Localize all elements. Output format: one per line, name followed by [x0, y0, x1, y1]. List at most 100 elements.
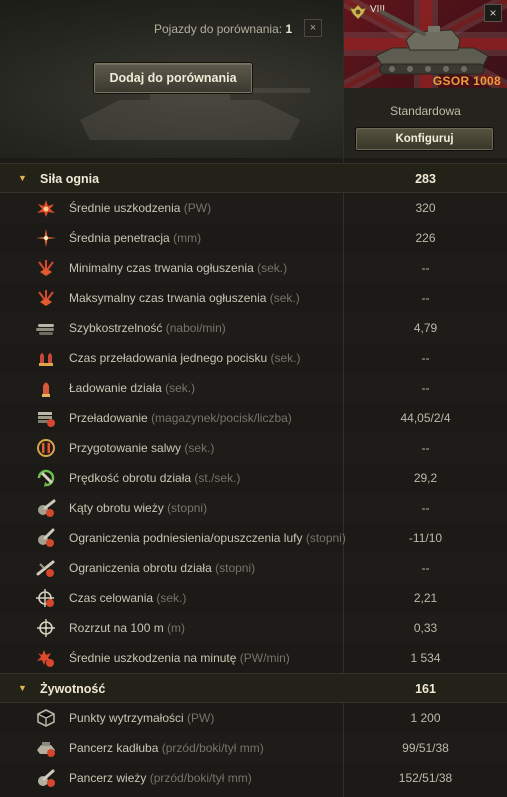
stat-unit: (stopni)	[305, 531, 346, 545]
stat-name: Maksymalny czas trwania ogłuszenia	[69, 291, 267, 305]
chevron-down-icon: ▼	[18, 173, 27, 183]
chevron-down-icon: ▼	[18, 683, 27, 693]
stat-unit: (PW/min)	[239, 651, 290, 665]
stun-max-icon	[38, 290, 54, 306]
stat-value: 29,2	[413, 471, 438, 485]
stat-label: Prędkość obrotu działa (st./sek.)	[69, 471, 240, 485]
stat-unit: (sek.)	[257, 261, 288, 275]
stat-name: Punkty wytrzymałości	[69, 711, 184, 725]
stat-name: Kąty obrotu wieży	[69, 501, 164, 515]
stat-name: Prędkość obrotu działa	[69, 471, 192, 485]
stat-label: Przeładowanie (magazynek/pocisk/liczba)	[69, 411, 292, 425]
stat-unit: (mm)	[173, 231, 202, 245]
stat-label: Pancerz kadłuba (przód/boki/tył mm)	[69, 741, 264, 755]
stat-label: Pancerz wieży (przód/boki/tył mm)	[69, 771, 252, 785]
stat-name: Rozrzut na 100 m	[69, 621, 164, 635]
stat-label: Ograniczenia obrotu działa (stopni)	[69, 561, 255, 575]
tank-card[interactable]: VIII × GSOR 1008 Standardowa Konfiguruj	[344, 0, 507, 158]
clear-compare-button[interactable]: ×	[304, 19, 322, 37]
section-score: 283	[415, 172, 436, 186]
stat-row: Rozrzut na 100 m (m) 0,33	[0, 613, 507, 643]
stat-row: Ładowanie działa (sek.) --	[0, 373, 507, 403]
stat-row: Prędkość obrotu działa (st./sek.) 29,2	[0, 463, 507, 493]
stat-row: Średnia penetracja (mm) 226	[0, 223, 507, 253]
stat-value: 152/51/38	[398, 771, 453, 785]
gun-loading-icon	[42, 382, 50, 397]
stat-unit: (sek.)	[184, 441, 215, 455]
aiming-time-icon	[36, 589, 54, 607]
stat-unit: (sek.)	[165, 381, 196, 395]
stat-unit: (stopni)	[215, 561, 256, 575]
stat-label: Średnia penetracja (mm)	[69, 231, 201, 245]
stat-label: Szybkostrzelność (naboi/min)	[69, 321, 226, 335]
stat-value: --	[421, 381, 430, 395]
close-icon: ×	[489, 6, 497, 20]
stat-name: Średnia penetracja	[69, 231, 170, 245]
stat-unit: (m)	[167, 621, 186, 635]
section-title: Żywotność	[40, 682, 106, 696]
stat-label: Czas przeładowania jednego pocisku (sek.…	[69, 351, 300, 365]
stat-value: --	[421, 561, 430, 575]
stat-row: Czas przeładowania jednego pocisku (sek.…	[0, 343, 507, 373]
stat-value: 44,05/2/4	[400, 411, 451, 425]
stat-label: Średnie uszkodzenia na minutę (PW/min)	[69, 651, 290, 665]
dpm-icon	[37, 650, 54, 667]
stat-row: Pancerz wieży (przód/boki/tył mm) 152/51/…	[0, 763, 507, 793]
stat-unit: (przód/boki/tył mm)	[149, 771, 252, 785]
remove-tank-button[interactable]: ×	[484, 4, 502, 22]
rate-of-fire-icon	[36, 324, 54, 335]
stat-name: Szybkostrzelność	[69, 321, 163, 335]
damage-icon	[37, 200, 55, 217]
compare-controls-panel: Pojazdy do porównania: 1 × Dodaj do poró…	[0, 0, 343, 158]
dispersion-icon	[37, 619, 55, 637]
stat-value: 320	[415, 201, 436, 215]
compare-header: Pojazdy do porównania: 1 × Dodaj do poró…	[0, 0, 507, 158]
section-title: Siła ognia	[40, 172, 100, 186]
stat-unit: (sek.)	[156, 591, 187, 605]
stat-row: Szybkostrzelność (naboi/min) 4,79	[0, 313, 507, 343]
stat-value: 1 200	[410, 711, 441, 725]
magazine-reload-icon	[38, 412, 55, 427]
stat-name: Czas przeładowania jednego pocisku	[69, 351, 268, 365]
stat-name: Ładowanie działa	[69, 381, 162, 395]
section-header[interactable]: ▼ Żywotność 161	[0, 673, 507, 703]
stat-label: Czas celowania (sek.)	[69, 591, 186, 605]
section-header[interactable]: ▼ Siła ognia 283	[0, 163, 507, 193]
stat-name: Pancerz kadłuba	[69, 741, 159, 755]
stat-name: Minimalny czas trwania ogłuszenia	[69, 261, 254, 275]
stun-min-icon	[38, 260, 54, 276]
stat-unit: (przód/boki/tył mm)	[161, 741, 264, 755]
stat-row: Ograniczenia obrotu działa (stopni) --	[0, 553, 507, 583]
stat-unit: (sek.)	[269, 291, 300, 305]
shell-reload-icon	[39, 353, 53, 366]
stat-unit: (PW)	[183, 201, 212, 215]
elevation-icon	[38, 528, 55, 547]
stat-row: Minimalny czas trwania ogłuszenia (sek.)…	[0, 253, 507, 283]
close-icon: ×	[309, 22, 317, 34]
stat-unit: (st./sek.)	[194, 471, 241, 485]
turret-armor-icon	[38, 769, 55, 787]
stat-value: 99/51/38	[402, 741, 449, 755]
stat-label: Punkty wytrzymałości (PW)	[69, 711, 214, 725]
gun-traverse-limit-icon	[36, 560, 55, 577]
stat-unit: (stopni)	[167, 501, 208, 515]
stat-value: 0,33	[413, 621, 438, 635]
stat-row: Przygotowanie salwy (sek.) --	[0, 433, 507, 463]
stat-value: --	[421, 351, 430, 365]
stat-value: --	[421, 261, 430, 275]
stat-value: --	[421, 501, 430, 515]
stat-unit: (naboi/min)	[165, 321, 226, 335]
penetration-icon	[36, 229, 56, 247]
stat-name: Ograniczenia obrotu działa	[69, 561, 212, 575]
stat-name: Średnie uszkodzenia	[69, 201, 181, 215]
stat-unit: (magazynek/pocisk/liczba)	[151, 411, 292, 425]
stat-row: Punkty wytrzymałości (PW) 1 200	[0, 703, 507, 733]
stat-label: Ograniczenia podniesienia/opuszczenia lu…	[69, 531, 346, 545]
stat-name: Przygotowanie salwy	[69, 441, 182, 455]
salvo-icon	[37, 439, 55, 457]
add-to-compare-button[interactable]: Dodaj do porównania	[94, 63, 252, 93]
compare-count-text: Pojazdy do porównania:	[154, 22, 283, 36]
configure-button[interactable]: Konfiguruj	[356, 128, 493, 150]
compare-count-label: Pojazdy do porównania: 1	[154, 22, 292, 36]
stat-row: Czas celowania (sek.) 2,21	[0, 583, 507, 613]
